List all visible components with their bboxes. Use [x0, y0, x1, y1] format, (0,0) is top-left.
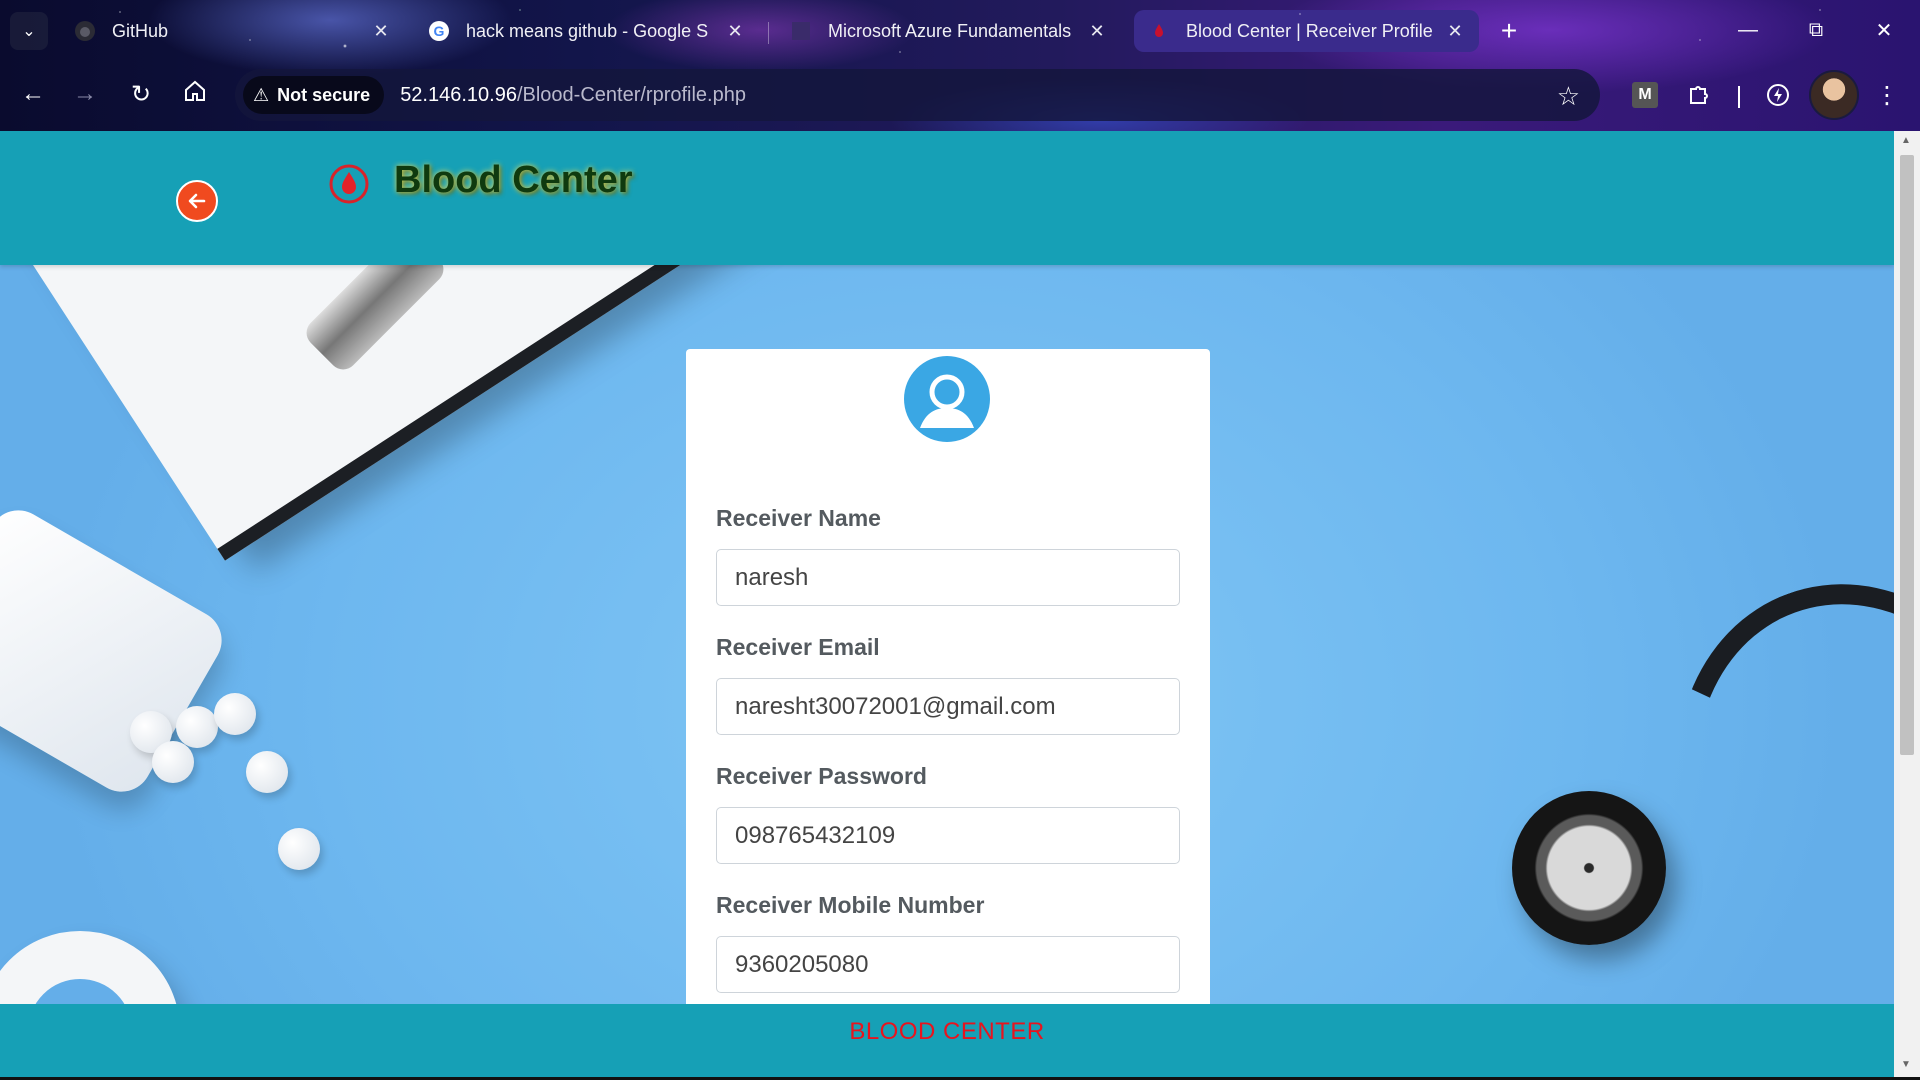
blood-drop-logo-icon: [329, 164, 369, 204]
m-extension-icon[interactable]: M: [1632, 82, 1658, 108]
arrow-right-icon: →: [73, 80, 97, 107]
scroll-down-icon[interactable]: ▼: [1901, 1059, 1911, 1070]
tab-title: hack means github - Google S: [466, 20, 709, 41]
receiver-profile-card: Receiver Name Receiver Email Receiver Pa…: [686, 349, 1210, 1077]
address-bar[interactable]: ⚠ Not secure 52.146.10.96/Blood-Center/r…: [235, 69, 1600, 121]
url-path: /Blood-Center/rprofile.php: [516, 83, 746, 106]
scroll-up-icon[interactable]: ▲: [1901, 135, 1911, 146]
tab-search-button[interactable]: ⌄: [10, 12, 48, 50]
close-icon[interactable]: ✕: [1445, 21, 1465, 42]
back-arrow-button[interactable]: [176, 180, 218, 222]
close-icon[interactable]: ✕: [371, 21, 391, 42]
site-brand: Blood Center: [394, 159, 633, 201]
site-header: Blood Center: [0, 131, 1894, 265]
pill-illustration: [176, 706, 218, 748]
new-tab-button[interactable]: +: [1490, 12, 1528, 50]
home-button[interactable]: [174, 73, 216, 115]
scrollbar-thumb[interactable]: [1900, 155, 1914, 755]
pill-bottle-illustration: [0, 499, 233, 803]
restore-button[interactable]: ⧉: [1782, 0, 1850, 60]
bookmark-star-icon[interactable]: ☆: [1557, 81, 1580, 112]
blood-drop-icon: [1148, 20, 1170, 42]
receiver-name-label: Receiver Name: [716, 505, 881, 531]
pill-illustration: [246, 751, 288, 793]
warning-icon: ⚠: [253, 84, 270, 105]
site-info-chip[interactable]: ⚠ Not secure: [243, 76, 385, 114]
security-label: Not secure: [277, 84, 371, 105]
url-host: 52.146.10.96: [400, 83, 517, 106]
close-window-button[interactable]: ✕: [1850, 0, 1918, 60]
profile-avatar[interactable]: [1809, 70, 1859, 120]
github-icon: [74, 20, 96, 42]
tab-github[interactable]: GitHub ✕: [60, 10, 405, 52]
tab-receiver-profile[interactable]: Blood Center | Receiver Profile ✕: [1134, 10, 1479, 52]
svg-text:G: G: [434, 23, 445, 39]
receiver-password-label: Receiver Password: [716, 763, 927, 789]
speed-extension-icon[interactable]: [1760, 77, 1796, 113]
user-avatar-icon: [904, 356, 990, 442]
receiver-email-label: Receiver Email: [716, 634, 880, 660]
page-scrollbar[interactable]: ▲ ▼: [1894, 131, 1920, 1080]
pill-illustration: [214, 693, 256, 735]
close-icon[interactable]: ✕: [725, 21, 745, 42]
tab-google-search[interactable]: G hack means github - Google S ✕: [414, 10, 759, 52]
toolbar-divider: [1738, 86, 1740, 108]
browser-toolbar: ← → ↻ ⚠ Not secure 52.146.10.96/Blood-Ce…: [0, 60, 1920, 130]
puzzle-extension-icon[interactable]: [1680, 77, 1716, 113]
minimize-icon: —: [1738, 18, 1758, 41]
footer-brand-text: BLOOD CENTER: [849, 1018, 1045, 1045]
pill-illustration: [278, 828, 320, 870]
back-button[interactable]: ←: [12, 73, 54, 115]
stethoscope-illustration: [1512, 791, 1666, 945]
browser-chrome: ⌄ GitHub ✕ G hack means github - Google …: [0, 0, 1920, 131]
receiver-email-input[interactable]: [716, 678, 1180, 735]
site-footer: BLOOD CENTER: [0, 1004, 1894, 1077]
tab-strip: ⌄ GitHub ✕ G hack means github - Google …: [0, 0, 1920, 60]
close-icon[interactable]: ✕: [1087, 21, 1107, 42]
reload-button[interactable]: ↻: [120, 73, 162, 115]
tab-title: Microsoft Azure Fundamentals: [828, 20, 1072, 41]
tab-separator: [768, 22, 769, 44]
receiver-mobile-input[interactable]: [716, 936, 1180, 993]
stethoscope-tube: [1619, 532, 1894, 1050]
arrow-left-icon: [188, 193, 206, 209]
tab-title: GitHub: [112, 20, 169, 41]
pill-illustration: [152, 741, 194, 783]
google-icon: G: [428, 20, 450, 42]
minimize-button[interactable]: —: [1714, 0, 1782, 60]
url-text[interactable]: 52.146.10.96/Blood-Center/rprofile.php: [400, 84, 746, 107]
tab-title: Blood Center | Receiver Profile: [1186, 20, 1433, 41]
home-icon: [183, 79, 207, 110]
restore-icon: ⧉: [1808, 18, 1824, 41]
tab-azure[interactable]: Microsoft Azure Fundamentals ✕: [776, 10, 1121, 52]
reload-icon: ↻: [130, 80, 152, 108]
forward-button[interactable]: →: [64, 73, 106, 115]
plus-icon: +: [1500, 15, 1518, 46]
receiver-name-input[interactable]: [716, 549, 1180, 606]
receiver-password-input[interactable]: [716, 807, 1180, 864]
chevron-down-icon: ⌄: [22, 23, 36, 40]
azure-icon: [790, 20, 812, 42]
close-icon: ✕: [1875, 19, 1893, 42]
receiver-mobile-label: Receiver Mobile Number: [716, 892, 985, 918]
page-viewport: Blood Center Receiver Name Receiver Emai…: [0, 131, 1894, 1077]
arrow-left-icon: ←: [21, 80, 45, 107]
browser-menu-icon[interactable]: ⋮: [1872, 77, 1902, 113]
